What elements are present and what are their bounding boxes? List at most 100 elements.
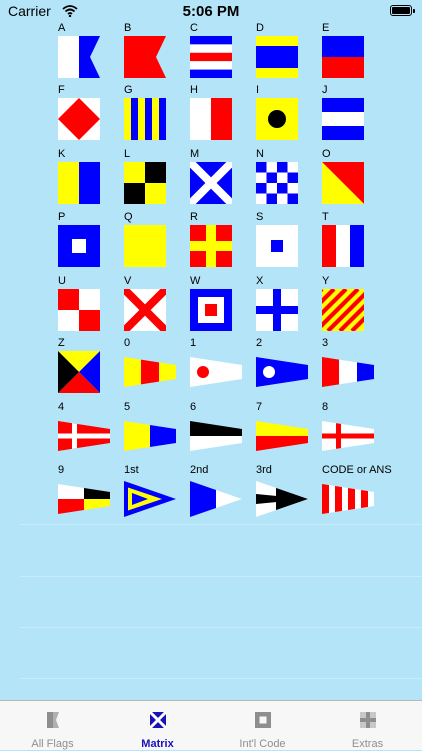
- flag-cell-y[interactable]: Y: [322, 275, 384, 335]
- flag-cell-x[interactable]: X: [256, 275, 318, 335]
- substitute-3rd-icon: [256, 481, 308, 517]
- tab-bar: All Flags Matrix Int'l Code Extras: [0, 700, 422, 750]
- flag-d-icon: [256, 36, 298, 78]
- code-answer-cell[interactable]: CODE or ANS: [322, 464, 392, 524]
- flag-cell-m[interactable]: M: [190, 148, 252, 208]
- pennant-cell-6[interactable]: 6: [190, 401, 252, 461]
- pennant-cell-4[interactable]: 4: [58, 401, 120, 461]
- all-flags-icon: [47, 712, 59, 728]
- flag-label: 6: [190, 401, 197, 413]
- flag-label: 7: [256, 401, 263, 413]
- flag-cell-j[interactable]: J: [322, 84, 384, 144]
- tab-label: Matrix: [141, 738, 174, 750]
- flag-r-icon: [190, 225, 232, 267]
- flag-k-icon: [58, 162, 100, 204]
- flag-label: 8: [322, 401, 329, 413]
- flag-label: 2: [256, 337, 263, 349]
- pennant-cell-9[interactable]: 9: [58, 464, 120, 524]
- tab-intl-code[interactable]: Int'l Code: [210, 701, 315, 751]
- flag-t-icon: [322, 225, 364, 267]
- flag-cell-d[interactable]: D: [256, 22, 318, 82]
- flag-cell-f[interactable]: F: [58, 84, 120, 144]
- pennant-cell-2[interactable]: 2: [256, 337, 318, 397]
- flag-cell-u[interactable]: U: [58, 275, 120, 335]
- flag-cell-o[interactable]: O: [322, 148, 384, 208]
- flag-label: B: [124, 22, 132, 34]
- pennant-cell-5[interactable]: 5: [124, 401, 186, 461]
- pennant-9-icon: [58, 484, 110, 514]
- flag-label: A: [58, 22, 66, 34]
- tab-extras[interactable]: Extras: [315, 701, 420, 751]
- flag-i-icon: [256, 98, 298, 140]
- status-time: 5:06 PM: [182, 3, 240, 20]
- flag-y-icon: [322, 289, 364, 331]
- tab-all-flags[interactable]: All Flags: [0, 701, 105, 751]
- flag-cell-q[interactable]: Q: [124, 211, 186, 271]
- pennant-8-icon: [322, 421, 374, 451]
- flag-label: 1st: [124, 464, 139, 476]
- flag-label: U: [58, 275, 66, 287]
- flag-cell-h[interactable]: H: [190, 84, 252, 144]
- battery-level: [392, 7, 410, 14]
- flag-label: H: [190, 84, 198, 96]
- pennant-cell-3[interactable]: 3: [322, 337, 384, 397]
- row-separator: [20, 576, 422, 577]
- pennant-0-icon: [124, 357, 176, 387]
- flag-cell-e[interactable]: E: [322, 22, 384, 82]
- substitute-cell-2nd[interactable]: 2nd: [190, 464, 252, 524]
- flag-label: 3rd: [256, 464, 272, 476]
- battery-icon: [390, 5, 415, 16]
- flag-label: L: [124, 148, 131, 160]
- substitute-cell-3rd[interactable]: 3rd: [256, 464, 318, 524]
- pennant-cell-1[interactable]: 1: [190, 337, 252, 397]
- flag-label: Z: [58, 337, 65, 349]
- flag-cell-t[interactable]: T: [322, 211, 384, 271]
- flag-cell-a[interactable]: A: [58, 22, 120, 82]
- tab-label: All Flags: [31, 738, 74, 750]
- flag-h-icon: [190, 98, 232, 140]
- pennant-1-icon: [190, 357, 242, 387]
- flag-l-icon: [124, 162, 166, 204]
- flag-cell-l[interactable]: L: [124, 148, 186, 208]
- flag-cell-v[interactable]: V: [124, 275, 186, 335]
- matrix-icon: [148, 710, 168, 730]
- flag-cell-k[interactable]: K: [58, 148, 120, 208]
- flag-label: 2nd: [190, 464, 209, 476]
- flag-label: J: [322, 84, 328, 96]
- flag-cell-b[interactable]: B: [124, 22, 186, 82]
- row-separator: [20, 678, 422, 679]
- flag-label: 0: [124, 337, 131, 349]
- substitute-cell-1st[interactable]: 1st: [124, 464, 186, 524]
- flag-cell-w[interactable]: W: [190, 275, 252, 335]
- flag-cell-s[interactable]: S: [256, 211, 318, 271]
- flag-label: S: [256, 211, 264, 223]
- status-bar: Carrier 5:06 PM: [0, 0, 422, 24]
- flag-label: D: [256, 22, 264, 34]
- flag-label: M: [190, 148, 200, 160]
- flag-q-icon: [124, 225, 166, 267]
- flag-cell-n[interactable]: N: [256, 148, 318, 208]
- flag-w-icon: [190, 289, 232, 331]
- tab-matrix[interactable]: Matrix: [105, 701, 210, 751]
- flag-label: CODE or ANS: [322, 464, 392, 476]
- code-answer-pennant-icon: [322, 484, 374, 514]
- pennant-3-icon: [322, 357, 374, 387]
- pennant-2-icon: [256, 357, 308, 387]
- flag-label: Y: [322, 275, 330, 287]
- flag-cell-r[interactable]: R: [190, 211, 252, 271]
- pennant-cell-8[interactable]: 8: [322, 401, 384, 461]
- flag-x-icon: [256, 289, 298, 331]
- pennant-cell-0[interactable]: 0: [124, 337, 186, 397]
- flag-label: 5: [124, 401, 131, 413]
- flag-label: P: [58, 211, 66, 223]
- flag-label: 9: [58, 464, 65, 476]
- flag-cell-p[interactable]: P: [58, 211, 120, 271]
- flag-cell-c[interactable]: C: [190, 22, 252, 82]
- pennant-cell-7[interactable]: 7: [256, 401, 318, 461]
- flag-g-icon: [124, 98, 166, 140]
- flag-m-icon: [190, 162, 232, 204]
- flag-cell-g[interactable]: G: [124, 84, 186, 144]
- flag-cell-z[interactable]: Z: [58, 337, 120, 397]
- flag-cell-i[interactable]: I: [256, 84, 318, 144]
- flag-v-icon: [124, 289, 166, 331]
